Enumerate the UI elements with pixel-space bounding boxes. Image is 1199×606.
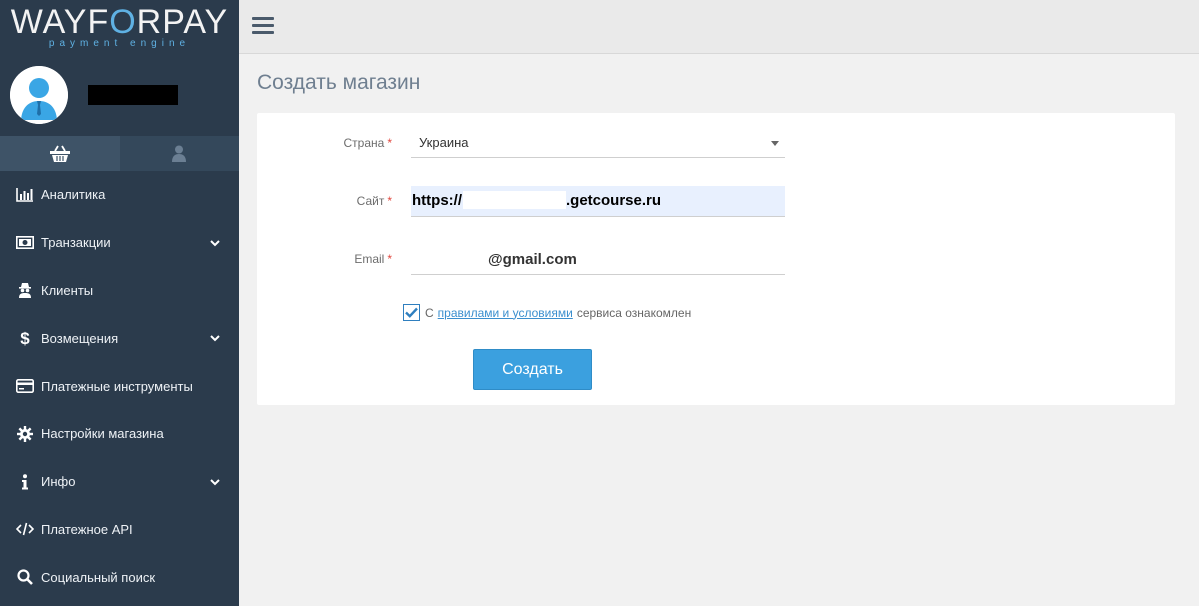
site-suffix: .getcourse.ru [566, 192, 662, 209]
email-field[interactable]: @gmail.com [411, 244, 785, 275]
create-button[interactable]: Создать [473, 349, 592, 390]
spy-icon [16, 282, 34, 299]
check-icon [405, 307, 418, 318]
search-icon [16, 569, 34, 586]
terms-checkbox[interactable] [403, 304, 420, 321]
sidebar-item-analytics[interactable]: Аналитика [0, 171, 239, 219]
credit-card-icon [16, 378, 34, 394]
sidebar: WAYFORPAY payment engine Аналитика Транз… [0, 0, 239, 606]
sidebar-item-clients[interactable]: Клиенты [0, 267, 239, 315]
email-label: Email * [354, 252, 392, 266]
tab-profile[interactable] [119, 136, 239, 171]
sidebar-item-payment-instruments[interactable]: Платежные инструменты [0, 362, 239, 410]
menu-toggle-icon[interactable] [252, 17, 274, 37]
terms-agreement: С правилами и условиями сервиса ознакомл… [403, 304, 691, 321]
basket-icon [49, 145, 70, 162]
user-icon [172, 145, 187, 162]
sidebar-item-refunds[interactable]: $ Возмещения [0, 314, 239, 362]
code-icon [16, 521, 34, 537]
required-mark: * [387, 136, 392, 150]
site-input[interactable]: https:// .getcourse.ru [411, 186, 785, 217]
top-bar [239, 0, 1199, 54]
dollar-icon: $ [16, 329, 34, 347]
redacted-username [88, 85, 178, 105]
country-select[interactable]: Украина [411, 128, 785, 158]
redacted-site-name [463, 191, 566, 209]
sidebar-tabs [0, 136, 239, 171]
gear-icon [16, 425, 34, 442]
country-select-value: Украина [419, 135, 469, 150]
sidebar-item-transactions[interactable]: Транзакции [0, 219, 239, 267]
profile [0, 54, 239, 136]
chevron-down-icon [209, 476, 221, 488]
caret-down-icon [771, 141, 779, 146]
logo-tagline: payment engine [48, 38, 191, 49]
terms-link[interactable]: правилами и условиями [438, 306, 573, 320]
bar-chart-icon [16, 187, 34, 203]
chevron-down-icon [209, 237, 221, 249]
create-shop-form: Страна * Украина Сайт * https:// .getcours… [257, 113, 1175, 405]
sidebar-item-payment-api[interactable]: Платежное API [0, 506, 239, 554]
sidebar-item-info[interactable]: Инфо [0, 458, 239, 506]
country-label: Страна * [343, 136, 392, 150]
required-mark: * [387, 252, 392, 266]
svg-text:$: $ [20, 329, 30, 347]
site-label: Сайт * [356, 194, 392, 208]
info-icon [16, 473, 34, 490]
sidebar-menu: Аналитика Транзакции Клиенты $ Возмещени… [0, 171, 239, 601]
page-title: Создать магазин [257, 71, 421, 94]
site-prefix: https:// [412, 192, 462, 209]
chevron-down-icon [209, 332, 221, 344]
required-mark: * [387, 194, 392, 208]
user-avatar-icon [10, 66, 68, 124]
sidebar-item-shop-settings[interactable]: Настройки магазина [0, 410, 239, 458]
logo[interactable]: WAYFORPAY payment engine [0, 0, 239, 54]
email-value: @gmail.com [488, 251, 577, 268]
tab-shop[interactable] [0, 136, 120, 171]
avatar[interactable] [10, 66, 68, 124]
sidebar-item-social-search[interactable]: Социальный поиск [0, 553, 239, 601]
money-icon [16, 235, 34, 251]
